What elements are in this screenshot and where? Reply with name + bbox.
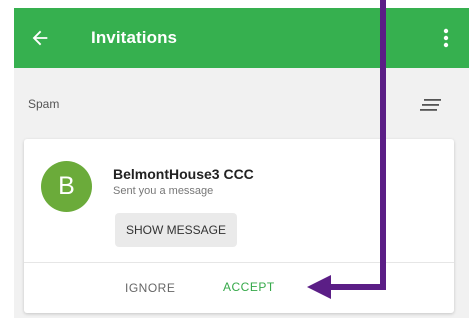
invitation-card: B BelmontHouse3 CCC Sent you a message S… — [24, 139, 454, 313]
sender-name: BelmontHouse3 CCC — [113, 166, 254, 182]
app-bar: Invitations — [14, 8, 469, 68]
back-button[interactable] — [26, 24, 54, 52]
avatar: B — [41, 161, 92, 212]
card-divider — [24, 262, 454, 263]
ignore-button[interactable]: IGNORE — [125, 281, 175, 295]
filter-label: Spam — [28, 97, 60, 111]
show-message-button[interactable]: SHOW MESSAGE — [115, 213, 237, 247]
sort-icon — [420, 99, 441, 111]
sort-button[interactable] — [416, 94, 444, 116]
more-vert-icon — [443, 28, 449, 48]
invitation-subtitle: Sent you a message — [113, 185, 214, 197]
page-title: Invitations — [91, 28, 178, 47]
arrow-left-icon — [32, 30, 48, 46]
app-screen: Invitations Spam B BelmontHouse3 CCC Sen… — [14, 8, 469, 318]
accept-button[interactable]: ACCEPT — [223, 280, 275, 294]
overflow-menu-button[interactable] — [434, 24, 458, 52]
